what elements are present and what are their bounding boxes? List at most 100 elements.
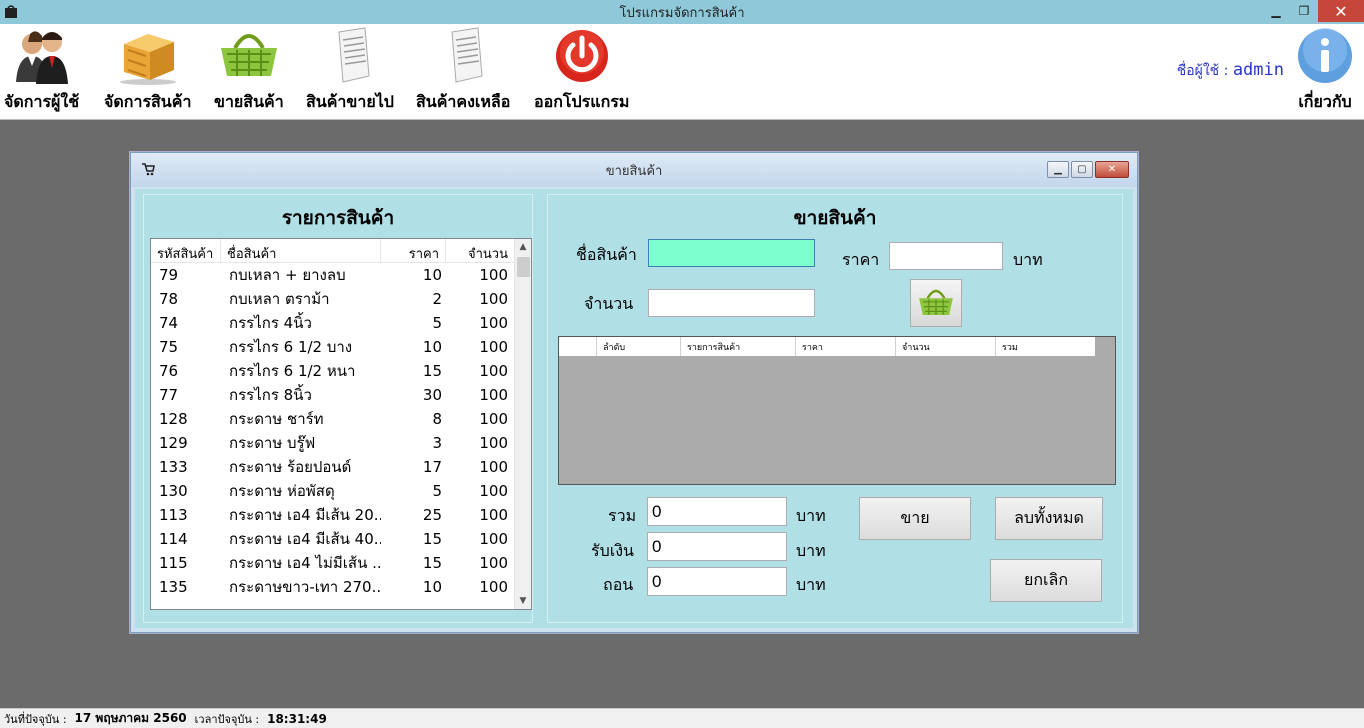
list-cell: 17 — [422, 458, 442, 476]
list-cell: กบเหลา + ยางลบ — [229, 266, 346, 284]
list-cell: 115 — [159, 554, 188, 572]
toolbar-exit-program[interactable]: ออกโปรแกรม — [534, 24, 629, 120]
info-icon — [1292, 24, 1358, 88]
list-cell: กรรไกร 6 1/2 บาง — [229, 338, 353, 356]
change-input[interactable] — [647, 567, 787, 596]
child-maximize-button[interactable]: ▢ — [1071, 161, 1093, 178]
toolbar-manage-products[interactable]: จัดการสินค้า — [104, 24, 191, 120]
list-cell: 100 — [479, 506, 508, 524]
list-cell: 100 — [479, 554, 508, 572]
list-cell: กรรไกร 6 1/2 หนา — [229, 362, 356, 380]
list-cell: 114 — [159, 530, 188, 548]
main-toolbar: จัดการผู้ใช้ จัดการสินค้า ขายสินค้า สินค… — [0, 24, 1364, 120]
list-cell: 130 — [159, 482, 188, 500]
list-item[interactable]: 74 กรรไกร 4นิ้ว 5 100 — [151, 311, 531, 335]
product-name-label: ชื่อสินค้า — [576, 245, 637, 264]
toolbar-sold-products[interactable]: สินค้าขายไป — [306, 24, 394, 120]
child-close-button[interactable]: ✕ — [1095, 161, 1129, 178]
column-header[interactable]: ราคา — [381, 239, 446, 262]
column-header[interactable]: รวม — [996, 337, 1095, 356]
quantity-input[interactable] — [648, 289, 815, 317]
list-cell: 10 — [422, 338, 442, 356]
list-cell: 113 — [159, 506, 188, 524]
list-cell: 76 — [159, 362, 179, 380]
toolbar-remaining-stock[interactable]: สินค้าคงเหลือ — [416, 24, 510, 120]
price-label: ราคา — [842, 250, 880, 269]
time-value: 18:31:49 — [267, 711, 327, 726]
product-list-rows: 79 กบเหลา + ยางลบ 10 100 78 กบเหลา ตราม้า 2 100… — [151, 263, 531, 599]
received-label: รับเงิน — [591, 541, 634, 560]
list-cell: กระดาษ บรู๊ฟ — [229, 434, 316, 452]
scroll-down-icon[interactable]: ▼ — [515, 593, 531, 609]
close-button[interactable]: ✕ — [1318, 0, 1364, 22]
toolbar-sell-products[interactable]: ขายสินค้า — [214, 24, 284, 120]
list-item[interactable]: 135 กระดาษขาว-เทา 270... 10 100 — [151, 575, 531, 599]
price-unit-label: บาท — [1013, 250, 1043, 269]
list-cell: 100 — [479, 458, 508, 476]
scroll-up-icon[interactable]: ▲ — [515, 239, 531, 255]
column-header[interactable]: รายการสินค้า — [681, 337, 796, 356]
window-title: โปรแกรมจัดการสินค้า — [619, 5, 745, 21]
minimize-button[interactable]: ▁ — [1262, 0, 1290, 22]
restore-button[interactable]: ❐ — [1290, 0, 1318, 22]
list-cell: 3 — [432, 434, 442, 452]
list-cell: 100 — [479, 410, 508, 428]
list-item[interactable]: 133 กระดาษ ร้อยปอนด์ 17 100 — [151, 455, 531, 479]
product-list-panel: รายการสินค้า รหัสสินค้า ชื่อสินค้า ราคา … — [143, 194, 533, 623]
list-item[interactable]: 130 กระดาษ ห่อพัสดุ 5 100 — [151, 479, 531, 503]
box-icon — [115, 24, 181, 88]
column-header[interactable]: ราคา — [796, 337, 896, 356]
cancel-button[interactable]: ยกเลิก — [990, 559, 1102, 602]
sell-products-window: ขายสินค้า ▁ ▢ ✕ รายการสินค้า รหัสสินค้า … — [130, 152, 1138, 633]
basket-icon — [919, 289, 953, 315]
list-cell: 15 — [422, 530, 442, 548]
app-titlebar: โปรแกรมจัดการสินค้า ▁ ❐ ✕ — [0, 0, 1364, 24]
list-cell: 78 — [159, 290, 179, 308]
list-cell: 79 — [159, 266, 179, 284]
list-cell: 129 — [159, 434, 188, 452]
list-cell: กรรไกร 4นิ้ว — [229, 314, 312, 332]
scroll-thumb[interactable] — [517, 257, 530, 277]
list-item[interactable]: 114 กระดาษ เอ4 มีเส้น 40... 15 100 — [151, 527, 531, 551]
column-header[interactable]: รหัสสินค้า — [151, 239, 221, 262]
list-cell: กระดาษ เอ4 ไม่มีเส้น ... — [229, 554, 381, 572]
add-to-cart-button[interactable] — [910, 279, 962, 327]
list-item[interactable]: 113 กระดาษ เอ4 มีเส้น 20... 25 100 — [151, 503, 531, 527]
power-icon — [549, 24, 615, 88]
list-cell: 133 — [159, 458, 188, 476]
list-scrollbar[interactable]: ▲ ▼ — [514, 239, 531, 609]
list-cell: 100 — [479, 314, 508, 332]
cart-grid[interactable]: ลำดับ รายการสินค้า ราคา จำนวน รวม — [558, 336, 1116, 485]
list-item[interactable]: 77 กรรไกร 8นิ้ว 30 100 — [151, 383, 531, 407]
list-cell: 30 — [422, 386, 442, 404]
received-input[interactable] — [647, 532, 787, 561]
status-bar: วันที่ปัจจุบัน : 17 พฤษภาคม 2560 เวลาปัจ… — [0, 708, 1364, 728]
column-header[interactable]: ลำดับ — [597, 337, 681, 356]
list-item[interactable]: 75 กรรไกร 6 1/2 บาง 10 100 — [151, 335, 531, 359]
sell-button[interactable]: ขาย — [859, 497, 971, 540]
toolbar-about[interactable]: เกี่ยวกับ — [1292, 24, 1358, 120]
column-header[interactable]: ชื่อสินค้า — [221, 239, 381, 262]
list-item[interactable]: 78 กบเหลา ตราม้า 2 100 — [151, 287, 531, 311]
price-input[interactable] — [889, 242, 1003, 270]
total-input[interactable] — [647, 497, 787, 526]
list-cell: กระดาษ ชาร์ท — [229, 410, 324, 428]
list-cell: 100 — [479, 362, 508, 380]
list-item[interactable]: 128 กระดาษ ชาร์ท 8 100 — [151, 407, 531, 431]
list-cell: กรรไกร 8นิ้ว — [229, 386, 312, 404]
users-icon — [9, 24, 75, 88]
child-minimize-button[interactable]: ▁ — [1047, 161, 1069, 178]
list-item[interactable]: 79 กบเหลา + ยางลบ 10 100 — [151, 263, 531, 287]
column-header[interactable]: จำนวน — [446, 239, 514, 262]
column-header[interactable]: จำนวน — [896, 337, 996, 356]
total-label: รวม — [608, 506, 637, 525]
list-cell: 135 — [159, 578, 188, 596]
product-name-input[interactable] — [648, 239, 815, 267]
list-item[interactable]: 76 กรรไกร 6 1/2 หนา 15 100 — [151, 359, 531, 383]
clear-all-button[interactable]: ลบทั้งหมด — [995, 497, 1103, 540]
product-list[interactable]: รหัสสินค้า ชื่อสินค้า ราคา จำนวน 79 กบเหล… — [150, 238, 532, 610]
list-item[interactable]: 129 กระดาษ บรู๊ฟ 3 100 — [151, 431, 531, 455]
list-item[interactable]: 115 กระดาษ เอ4 ไม่มีเส้น ... 15 100 — [151, 551, 531, 575]
row-header-cell — [559, 337, 597, 356]
toolbar-manage-users[interactable]: จัดการผู้ใช้ — [4, 24, 79, 120]
